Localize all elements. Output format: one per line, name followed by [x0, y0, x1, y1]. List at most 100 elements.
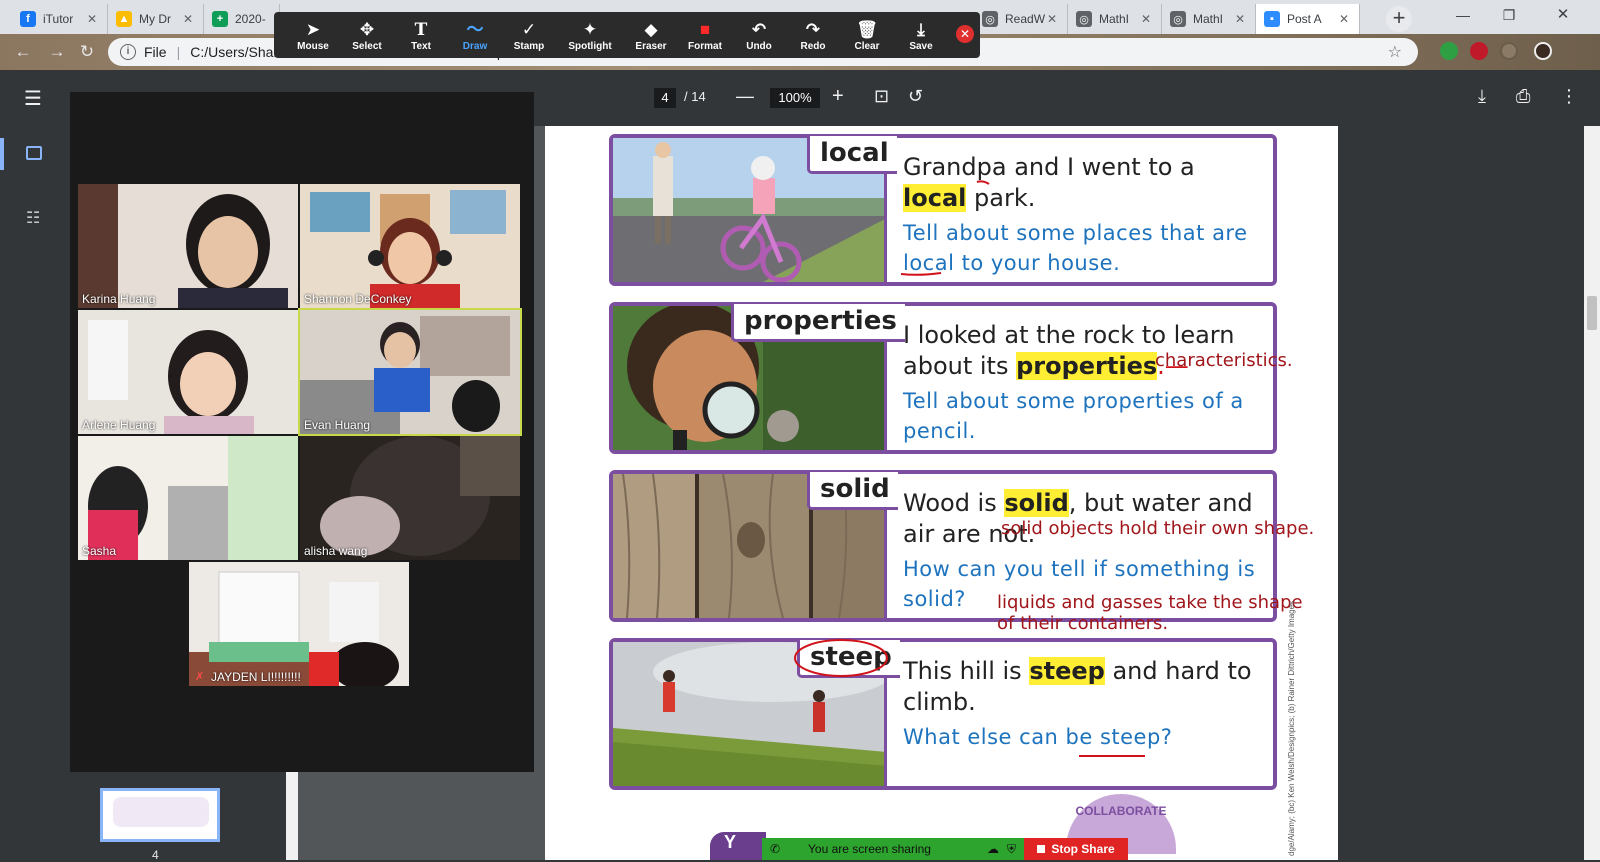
ublock-icon[interactable]	[1470, 42, 1488, 60]
download-icon[interactable]: ⤓	[1478, 86, 1486, 107]
tab-mathi-1[interactable]: ◎ MathI ✕	[1068, 4, 1162, 34]
page-thumbnail[interactable]	[100, 788, 220, 842]
forward-arrow-icon[interactable]: →	[46, 41, 68, 63]
puzzle-extensions-icon[interactable]	[1500, 42, 1518, 60]
annotate-select-button[interactable]: ✥ Select	[340, 12, 394, 58]
trash-icon: 🗑	[856, 19, 878, 39]
save-download-icon: ⤓	[917, 19, 925, 39]
scroll-thumb[interactable]	[1587, 296, 1597, 330]
close-icon[interactable]: ✕	[1233, 12, 1247, 26]
rotate-icon[interactable]: ↺	[908, 86, 923, 107]
hamburger-menu-icon[interactable]: ☰	[24, 86, 42, 111]
zoom-in-icon[interactable]: +	[832, 85, 844, 108]
globe-icon: ◎	[982, 11, 998, 27]
red-circle-annotation	[794, 639, 888, 677]
thumbnails-icon[interactable]	[26, 146, 42, 160]
annotate-spotlight-button[interactable]: ✦ Spotlight	[556, 12, 624, 58]
participant-name: Karina Huang	[82, 292, 156, 306]
google-drive-icon: ▲	[116, 11, 132, 27]
participant-tile[interactable]: Karina Huang	[78, 184, 298, 308]
annotate-text-button[interactable]: T Text	[394, 12, 448, 58]
tab-post-a[interactable]: ▪ Post A ✕	[1256, 4, 1360, 34]
screen-share-bar: ✆ You are screen sharing ☁ ⛨ Stop Share	[762, 838, 1128, 860]
red-underline-annotation	[1079, 755, 1145, 757]
redo-icon: ↷	[805, 19, 821, 39]
close-icon[interactable]: ✕	[1045, 12, 1059, 26]
format-color-icon: ■	[699, 19, 711, 39]
tab-title: iTutor	[43, 12, 74, 26]
annotate-draw-button[interactable]: 〜 Draw	[448, 12, 502, 58]
print-icon[interactable]: ⎙	[1516, 86, 1530, 107]
extension-chat-icon[interactable]	[1440, 42, 1458, 60]
participant-name: alisha wang	[304, 544, 368, 558]
vocab-word: properties	[731, 304, 905, 342]
star-bookmark-icon[interactable]: ☆	[1388, 42, 1402, 62]
discussion-question: Tell about some properties of a pencil.	[903, 389, 1244, 443]
globe-icon: ◎	[1170, 11, 1186, 27]
close-window-icon[interactable]: ✕	[1540, 0, 1586, 30]
stop-share-button[interactable]: Stop Share	[1024, 838, 1128, 860]
vocab-word: solid	[807, 472, 898, 510]
participant-tile[interactable]: Arlene Huang	[78, 310, 298, 434]
more-options-icon[interactable]: ⋮	[1560, 86, 1578, 107]
minimize-icon[interactable]: —	[1440, 0, 1486, 30]
back-arrow-icon[interactable]: ←	[12, 41, 34, 63]
stamp-check-icon: ✓	[521, 19, 537, 39]
tab-title: ReadW	[1005, 12, 1045, 26]
page-scrollbar[interactable]	[1584, 126, 1600, 860]
spotlight-wand-icon: ✦	[582, 19, 598, 39]
info-icon[interactable]: i	[120, 44, 136, 60]
fit-page-icon[interactable]: ⊡	[874, 86, 889, 107]
tab-my-drive[interactable]: ▲ My Dr ✕	[108, 4, 204, 34]
annotate-eraser-button[interactable]: ◆ Eraser	[624, 12, 678, 58]
close-icon[interactable]: ✕	[85, 12, 99, 26]
vocab-card-local: local Grandpa and I went to a local park…	[609, 134, 1277, 286]
annotate-undo-button[interactable]: ↶ Undo	[732, 12, 786, 58]
pdf-page: local Grandpa and I went to a local park…	[545, 126, 1338, 860]
page-total: / 14	[684, 89, 706, 104]
annotate-clear-button[interactable]: 🗑 Clear	[840, 12, 894, 58]
reload-icon[interactable]: ↻	[76, 41, 98, 63]
participant-tile[interactable]: Sasha	[78, 436, 298, 560]
close-annotation-icon[interactable]: ✕	[956, 25, 974, 43]
annotate-redo-button[interactable]: ↷ Redo	[786, 12, 840, 58]
participant-tile[interactable]: alisha wang	[300, 436, 520, 560]
new-tab-button[interactable]: +	[1386, 6, 1412, 32]
participant-tile[interactable]: Shannon DeConkey	[300, 184, 520, 308]
text-icon: T	[414, 19, 428, 40]
move-icon: ✥	[359, 19, 375, 39]
pdf-sidebar: ☷	[0, 126, 70, 860]
tab-title: My Dr	[139, 12, 171, 26]
annotate-mouse-button[interactable]: ➤ Mouse	[286, 12, 340, 58]
vocab-card-properties: properties I looked at the rock to learn…	[609, 302, 1277, 454]
tab-sheet[interactable]: + 2020-	[204, 4, 280, 34]
outline-icon[interactable]: ☷	[26, 208, 40, 228]
annotate-format-button[interactable]: ■ Format	[678, 12, 732, 58]
close-icon[interactable]: ✕	[1139, 12, 1153, 26]
zoom-level-input[interactable]: 100%	[770, 88, 820, 108]
close-icon[interactable]: ✕	[181, 12, 195, 26]
cloud-icon: ☁	[986, 842, 999, 856]
tab-itutor[interactable]: f iTutor ✕	[12, 4, 108, 34]
vocab-word: local	[807, 136, 897, 174]
participant-name: Arlene Huang	[82, 418, 156, 432]
profile-avatar[interactable]	[1534, 42, 1552, 60]
red-underline-annotation	[900, 180, 990, 276]
tab-readw[interactable]: ◎ ReadW ✕	[974, 4, 1068, 34]
close-icon[interactable]: ✕	[1337, 12, 1351, 26]
phone-icon: ✆	[770, 842, 781, 856]
zoom-out-icon[interactable]: —	[736, 86, 754, 107]
annotate-stamp-button[interactable]: ✓ Stamp	[502, 12, 556, 58]
tab-mathi-2[interactable]: ◎ MathI ✕	[1162, 4, 1256, 34]
page-number-input[interactable]: 4	[654, 88, 676, 108]
participant-tile[interactable]: JAYDEN LI!!!!!!!!! ✗	[189, 562, 409, 686]
share-status: You are screen sharing	[808, 842, 931, 856]
restore-icon[interactable]: ❐	[1486, 0, 1532, 30]
annotation-note: characteristics.	[1155, 350, 1293, 371]
example-sentence: This hill is steep and hard to climb.	[903, 657, 1252, 716]
annotate-save-button[interactable]: ⤓ Save	[894, 12, 948, 58]
vocab-card-steep: steep This hill is steep and hard to cli…	[609, 638, 1277, 790]
shield-icon: ⛨	[1006, 841, 1016, 856]
annotation-note: of their containers.	[997, 613, 1169, 634]
participant-tile-active-speaker[interactable]: Evan Huang	[298, 308, 522, 436]
